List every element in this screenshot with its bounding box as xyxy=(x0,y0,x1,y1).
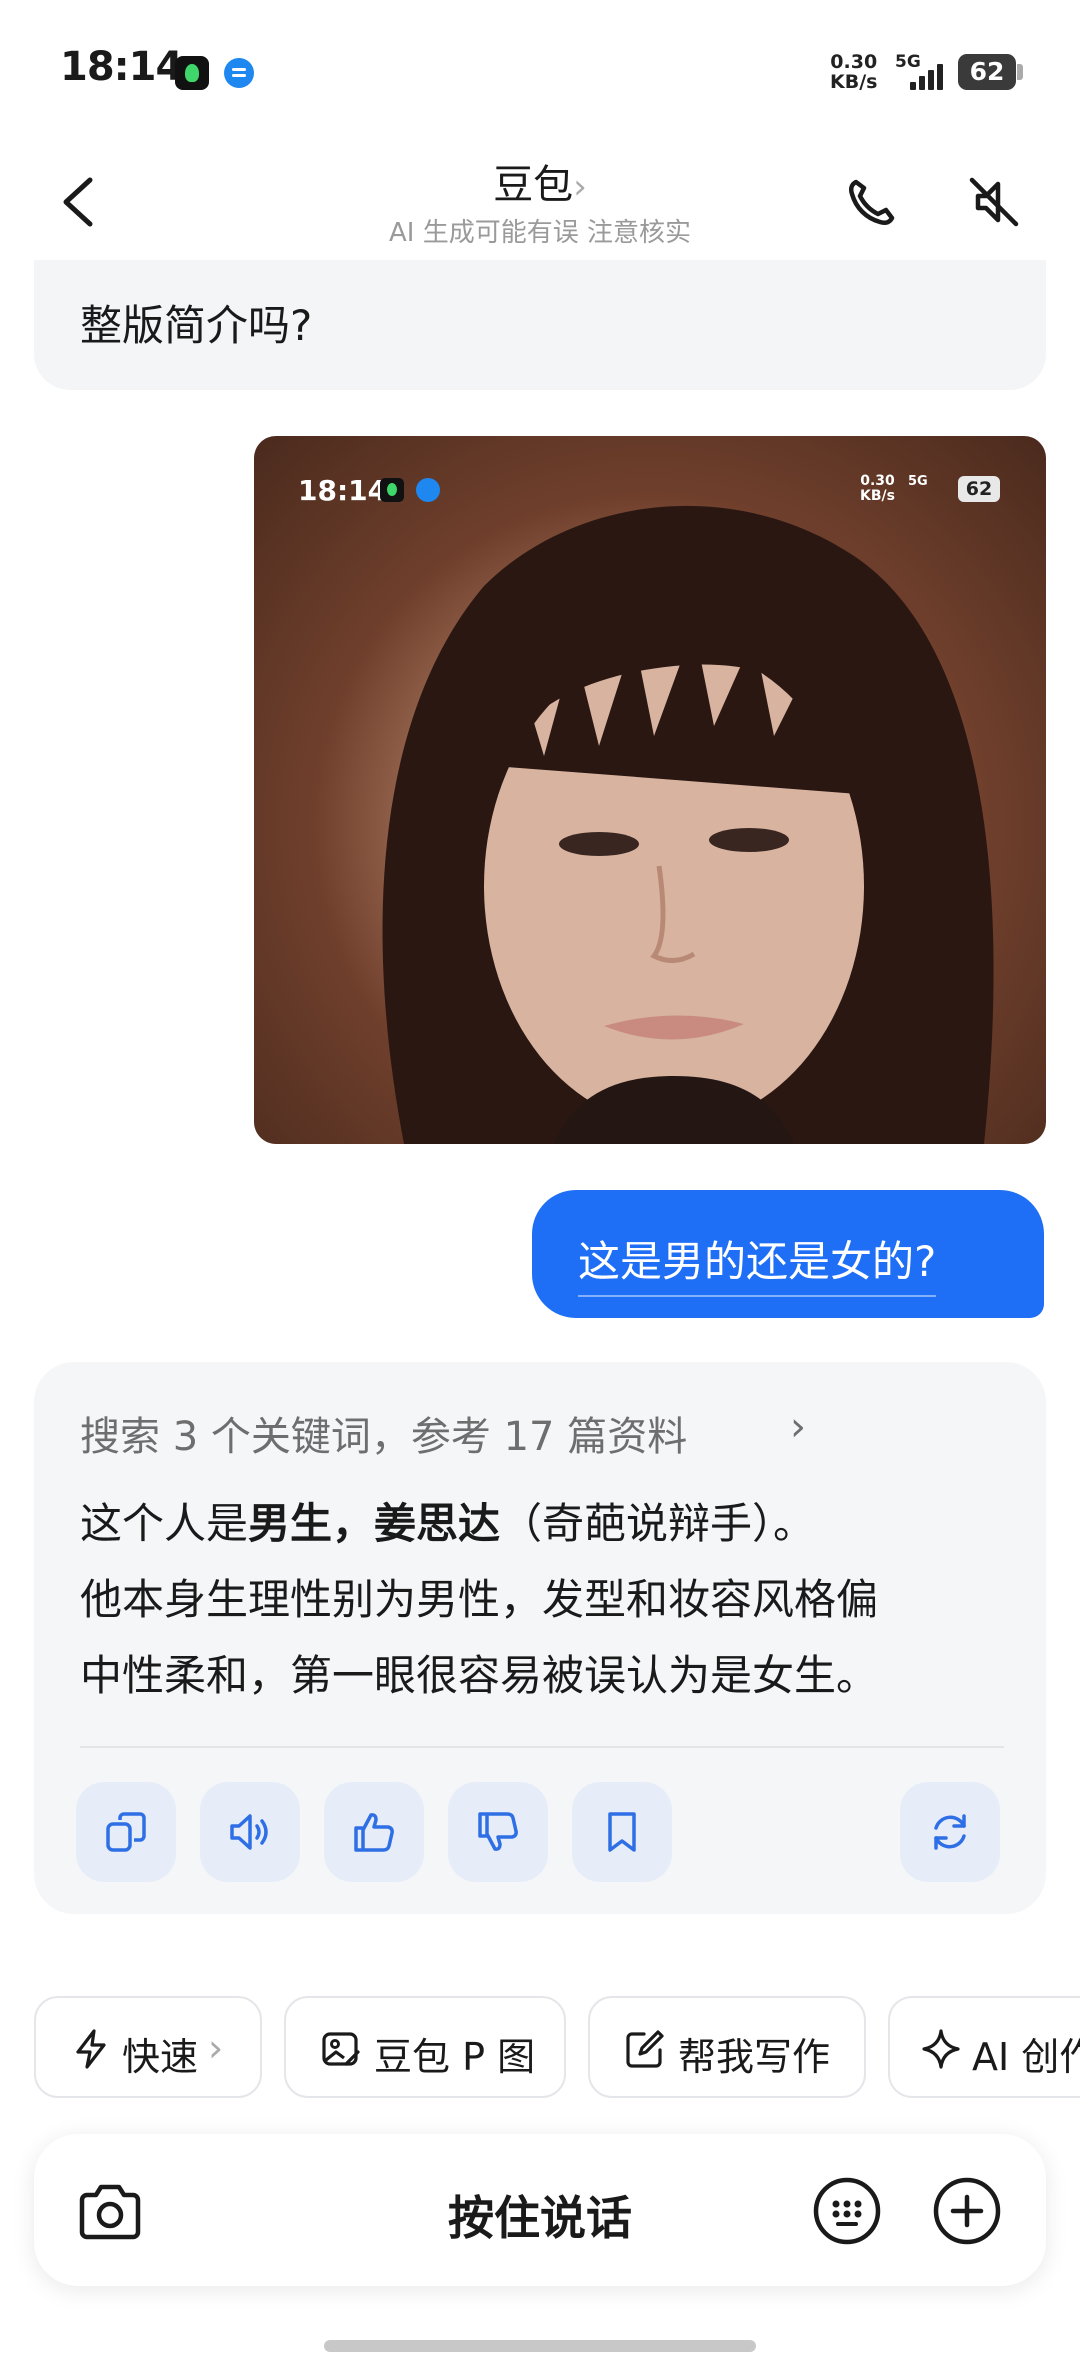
image-network-type: 5G xyxy=(908,474,928,489)
edit-icon xyxy=(626,2030,664,2068)
bookmark-icon xyxy=(608,1812,636,1852)
message-app-icon xyxy=(224,58,254,88)
quick-chip-label: 帮我写作 xyxy=(678,2035,831,2079)
dislike-button[interactable] xyxy=(448,1782,548,1882)
network-speed-value: 0.30 xyxy=(830,51,878,73)
status-time: 18:14 xyxy=(60,44,183,90)
answer-line-2: 他本身生理性别为男性，发型和妆容风格偏 xyxy=(80,1575,879,1624)
image-battery-icon: 62 xyxy=(958,476,1000,502)
ai-disclaimer: AI 生成可能有误 注意核实 xyxy=(389,218,691,248)
image-network-speed-value: 0.30 xyxy=(860,473,895,489)
image-status-time: 18:14 xyxy=(298,474,388,507)
sparkle-icon xyxy=(922,2029,960,2069)
speaker-icon xyxy=(230,1814,268,1850)
answer-divider xyxy=(80,1746,1004,1748)
answer-line-1-plain: 这个人是 xyxy=(80,1499,249,1548)
portrait-illustration xyxy=(382,505,994,1144)
quick-chip-fast[interactable]: 快速 › xyxy=(34,1996,262,2098)
answer-line-1: 这个人是男生，姜思达（奇葩说辩手）。 xyxy=(80,1490,815,1551)
quick-chip-label: 快速 xyxy=(122,2035,199,2079)
network-speed: 0.30 KB/s xyxy=(830,52,877,92)
search-summary[interactable]: 搜索 3 个关键词，参考 17 篇资料 xyxy=(80,1404,687,1462)
user-message-text: 这是男的还是女的? xyxy=(578,1228,937,1297)
answer-line-3: 中性柔和，第一眼很容易被误认为是女生。 xyxy=(80,1651,879,1700)
speaker-muted-icon[interactable] xyxy=(964,172,1024,232)
chevron-right-icon: › xyxy=(573,167,587,207)
copy-button[interactable] xyxy=(76,1782,176,1882)
lightning-icon xyxy=(76,2029,106,2069)
phone-icon[interactable] xyxy=(842,172,902,232)
quick-chip-photo-edit[interactable]: 豆包 P 图 xyxy=(284,1996,566,2098)
music-app-icon xyxy=(175,56,209,90)
quick-chip-writing[interactable]: 帮我写作 xyxy=(588,1996,866,2098)
keyboard-icon[interactable] xyxy=(812,2176,882,2246)
battery-tip xyxy=(1017,64,1023,80)
bookmark-button[interactable] xyxy=(572,1782,672,1882)
regenerate-button[interactable] xyxy=(900,1782,1000,1882)
quick-chip-label: AI 创作 xyxy=(972,2035,1080,2079)
image-music-app-icon xyxy=(380,478,404,502)
chat-title[interactable]: 豆包› xyxy=(0,152,1080,210)
like-button[interactable] xyxy=(324,1782,424,1882)
image-network-speed: 0.30 KB/s xyxy=(860,474,895,504)
chat-title-text: 豆包 xyxy=(493,162,574,208)
regenerate-icon xyxy=(934,1814,966,1850)
image-network-speed-unit: KB/s xyxy=(860,488,895,504)
home-indicator[interactable] xyxy=(324,2340,756,2352)
photo-edit-icon xyxy=(322,2032,360,2066)
answer-line-1-tail: （奇葩说辩手）。 xyxy=(500,1499,816,1548)
previous-bot-text: 整版简介吗? xyxy=(80,301,313,350)
user-sent-image[interactable]: 18:14 0.30 KB/s 5G 62 xyxy=(254,436,1046,1144)
status-bar: 18:14 0.30 KB/s 5G 62 xyxy=(0,0,1080,140)
thumbs-down-icon xyxy=(478,1812,518,1851)
chevron-right-icon: › xyxy=(208,2026,224,2070)
hold-to-talk-button[interactable]: 按住说话 xyxy=(0,2182,1080,2248)
signal-icon xyxy=(910,60,950,90)
quick-chip-label: 豆包 P 图 xyxy=(374,2035,536,2079)
answer-line-1-bold: 男生，姜思达 xyxy=(248,1499,501,1548)
plus-icon[interactable] xyxy=(932,2176,1002,2246)
image-message-app-icon xyxy=(416,478,440,502)
read-aloud-button[interactable] xyxy=(200,1782,300,1882)
network-speed-unit: KB/s xyxy=(830,71,878,93)
quick-chip-ai-create[interactable]: AI 创作 xyxy=(888,1996,1080,2098)
chevron-right-icon[interactable]: › xyxy=(790,1404,806,1450)
copy-icon xyxy=(106,1812,146,1852)
battery-icon: 62 xyxy=(958,54,1016,90)
thumbs-up-icon xyxy=(354,1813,394,1852)
